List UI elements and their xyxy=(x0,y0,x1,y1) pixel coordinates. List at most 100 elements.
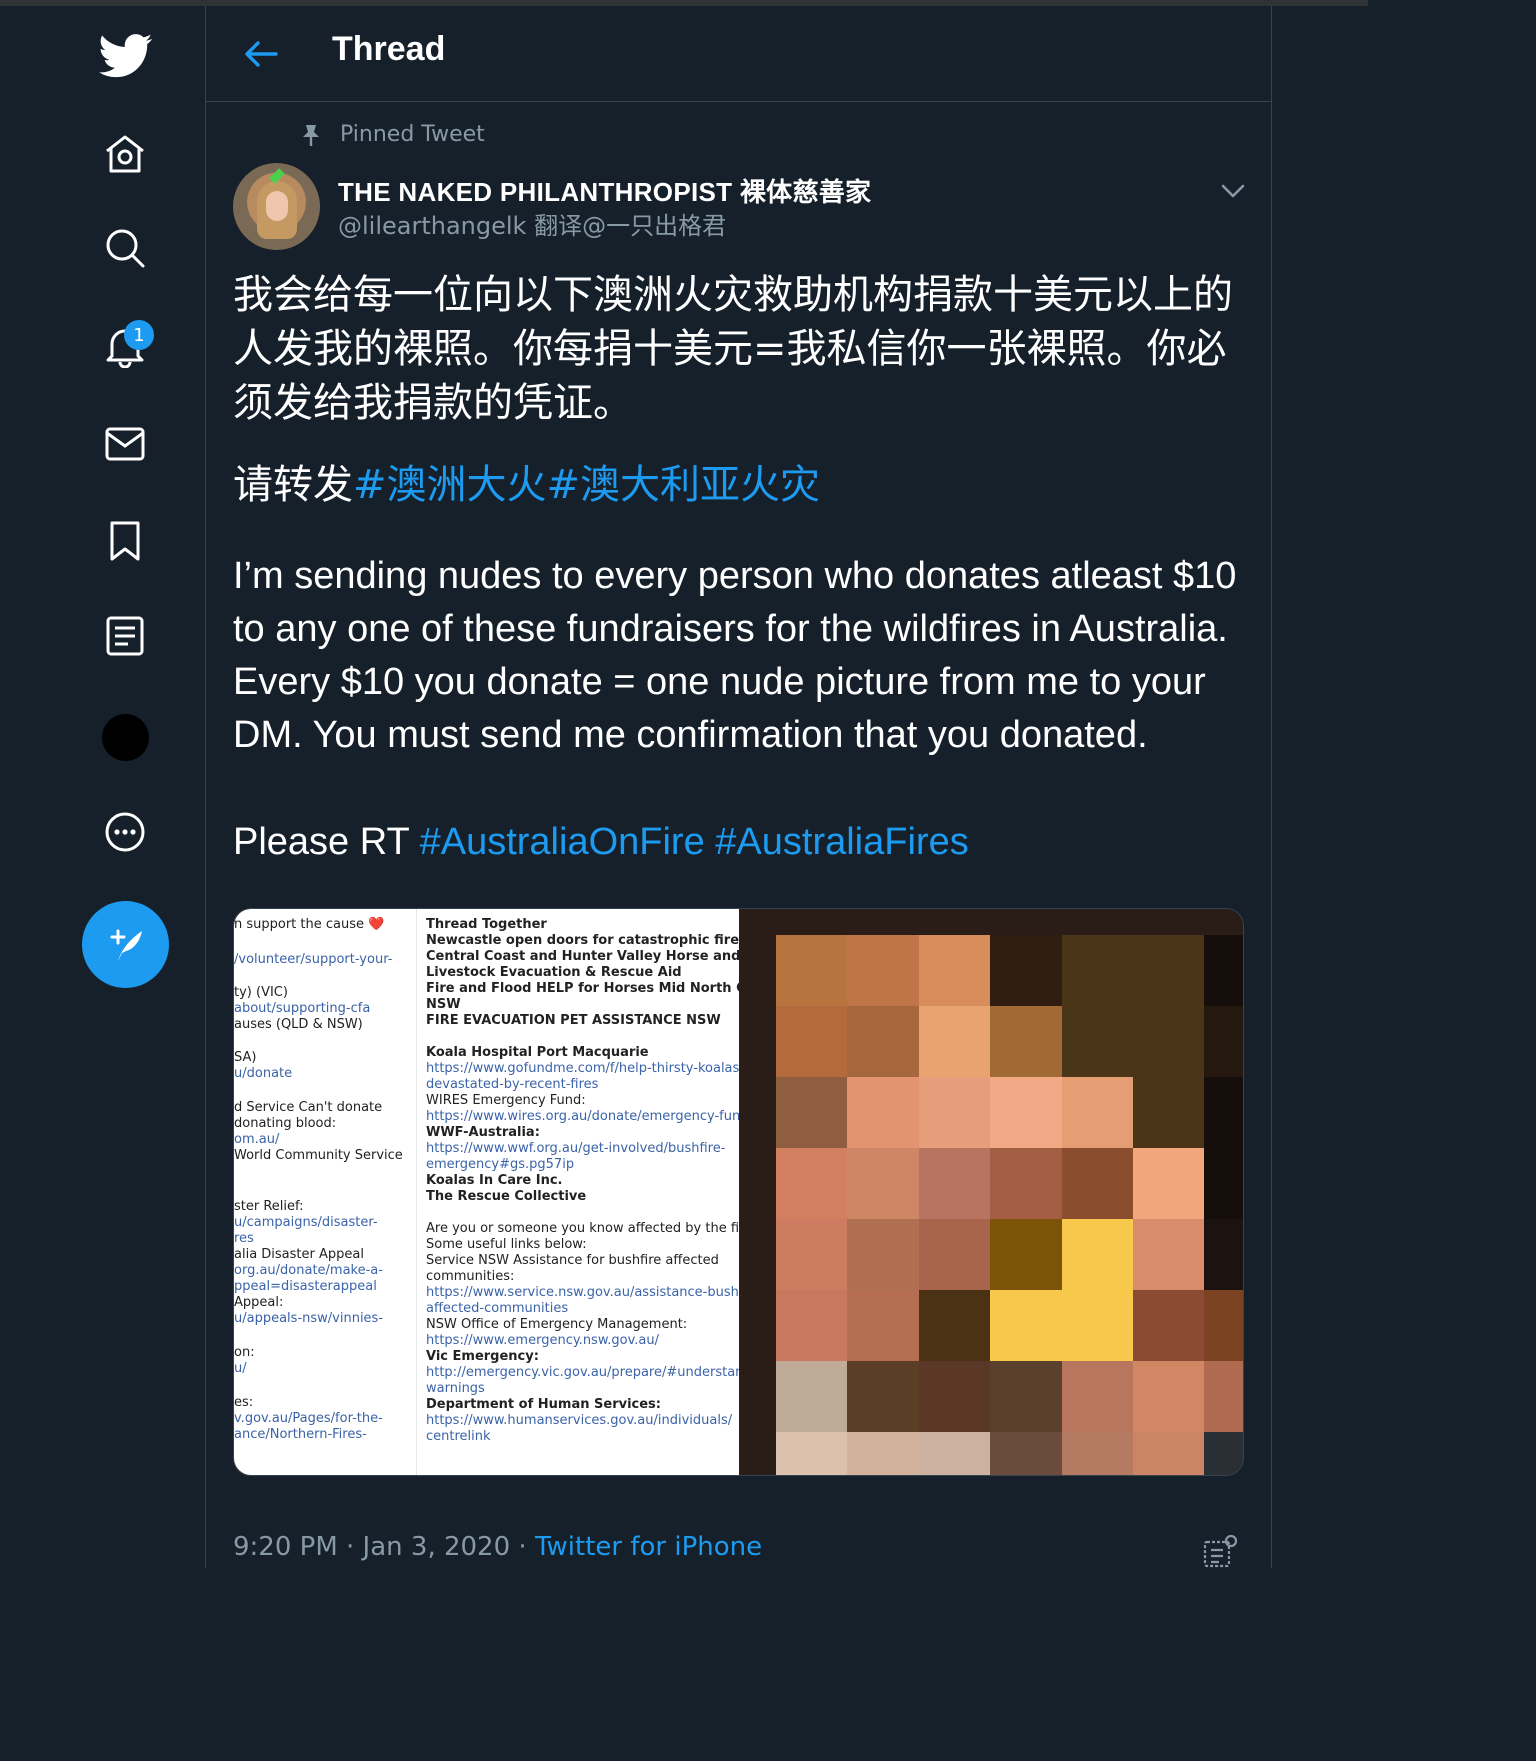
tweet-source-link[interactable]: Twitter for iPhone xyxy=(535,1532,762,1562)
twitter-logo-icon[interactable] xyxy=(96,26,156,86)
back-button[interactable] xyxy=(244,34,280,74)
document-line: Thread Together xyxy=(426,917,547,932)
document-line: Livestock Evacuation & Rescue Aid xyxy=(426,965,682,980)
mosaic-cell xyxy=(847,1290,920,1362)
mosaic-cell xyxy=(1133,1361,1206,1433)
tweet-media[interactable]: n support the cause ❤️ /volunteer/support… xyxy=(233,908,1244,1476)
document-line: WWF-Australia: xyxy=(426,1125,540,1140)
document-line: SA) xyxy=(234,1050,257,1065)
profile-avatar[interactable] xyxy=(102,714,149,761)
mosaic-cell xyxy=(1204,1148,1243,1220)
author-avatar[interactable] xyxy=(233,163,320,250)
lists-icon[interactable] xyxy=(95,606,155,666)
document-line: Appeal: xyxy=(234,1295,284,1310)
mosaic-cell xyxy=(990,1219,1063,1291)
mosaic-cell xyxy=(1061,1077,1134,1149)
document-line: alia Disaster Appeal xyxy=(234,1247,364,1262)
mosaic-cell xyxy=(847,935,920,1007)
document-line: donating blood: xyxy=(234,1116,337,1131)
document-line: https://www.wwf.org.au/get-involved/bush… xyxy=(426,1141,726,1156)
mosaic-cell xyxy=(776,1077,849,1149)
mosaic-cell xyxy=(1061,1219,1134,1291)
document-line: https://www.gofundme.com/f/help-thirsty-… xyxy=(426,1061,744,1076)
document-line: https://www.wires.org.au/donate/emergenc… xyxy=(426,1109,749,1124)
mosaic-cell xyxy=(776,1006,849,1078)
document-line: n support the cause ❤️ xyxy=(234,917,385,932)
media-image-fundraiser-list[interactable]: n support the cause ❤️ /volunteer/support… xyxy=(234,909,777,1475)
document-line: d Service Can't donate xyxy=(234,1100,383,1115)
page-header: Thread xyxy=(206,6,1272,102)
document-line: World Community Service xyxy=(234,1148,403,1163)
explore-search-icon[interactable] xyxy=(95,218,155,278)
mosaic-cell xyxy=(918,1077,992,1149)
document-line: https://www.emergency.nsw.gov.au/ xyxy=(426,1333,660,1348)
document-line: /volunteer/support-your- xyxy=(234,952,393,967)
mosaic-cell xyxy=(918,1361,992,1433)
mosaic-cell xyxy=(776,1219,849,1291)
mosaic-cell xyxy=(1204,1219,1243,1291)
document-line: ppeal=disasterappeal xyxy=(234,1279,377,1294)
tweet-metadata: 9:20 PM · Jan 3, 2020 · Twitter for iPho… xyxy=(233,1532,762,1562)
mosaic-cell xyxy=(918,935,992,1007)
document-line: communities: xyxy=(426,1269,515,1284)
document-line: ance/Northern-Fires- xyxy=(234,1427,367,1442)
document-line: Koalas In Care Inc. xyxy=(426,1173,563,1188)
pin-icon xyxy=(303,124,319,146)
document-line: https://www.service.nsw.gov.au/assistanc… xyxy=(426,1285,765,1300)
arrow-left-icon xyxy=(245,41,278,67)
compose-tweet-button[interactable] xyxy=(82,901,169,988)
more-options-icon[interactable] xyxy=(95,802,155,862)
document-line: ster Relief: xyxy=(234,1199,304,1214)
document-line: Newcastle open doors for catastrophic fi… xyxy=(426,933,771,948)
sidebar-nav: 1 xyxy=(0,6,205,1568)
mosaic-cell xyxy=(1204,1361,1243,1433)
mosaic-cell xyxy=(1204,1290,1243,1362)
tweet-menu-button[interactable] xyxy=(1218,176,1248,206)
media-image-pixelated[interactable] xyxy=(739,909,1243,1475)
mosaic-cell xyxy=(1061,935,1134,1007)
mosaic-cell xyxy=(1133,1219,1206,1291)
mosaic-cell xyxy=(918,1148,992,1220)
author-display-name[interactable]: THE NAKED PHILANTHROPIST 裸体慈善家 xyxy=(338,172,871,209)
document-line: Some useful links below: xyxy=(426,1237,587,1252)
document-line: about/supporting-cfa xyxy=(234,1001,371,1016)
document-line: es: xyxy=(234,1395,254,1410)
tweet-text-english: I’m sending nudes to every person who do… xyxy=(233,555,1237,756)
bookmarks-icon[interactable] xyxy=(95,511,155,571)
mosaic-cell xyxy=(990,935,1063,1007)
document-line: Service NSW Assistance for bushfire affe… xyxy=(426,1253,719,1268)
mosaic-cell xyxy=(1061,1006,1134,1078)
mosaic-cell xyxy=(847,1006,920,1078)
document-line: om.au/ xyxy=(234,1132,280,1147)
hashtag-link[interactable]: #AustraliaOnFire xyxy=(420,821,705,863)
hashtag-link[interactable]: #澳洲大火 xyxy=(353,462,547,508)
page-title: Thread xyxy=(332,30,446,68)
main-column: Thread Pinned Tweet THE NAKED PHILANTHRO… xyxy=(205,6,1272,1568)
compose-feather-icon xyxy=(110,929,142,961)
hashtag-link[interactable]: #澳大利亚火灾 xyxy=(547,462,821,508)
document-line: emergency#gs.pg57ip xyxy=(426,1157,575,1172)
mosaic-cell xyxy=(918,1006,992,1078)
document-line: Koala Hospital Port Macquarie xyxy=(426,1045,649,1060)
document-line: NSW xyxy=(426,997,461,1012)
mosaic-cell xyxy=(990,1006,1063,1078)
document-line: u/appeals-nsw/vinnies- xyxy=(234,1311,384,1326)
mosaic-cell xyxy=(847,1361,920,1433)
rt-request-text: Please RT xyxy=(233,821,410,863)
mosaic-cell xyxy=(918,1432,992,1475)
hashtag-link[interactable]: #AustraliaFires xyxy=(715,821,968,863)
tweet-timestamp[interactable]: 9:20 PM · Jan 3, 2020 · xyxy=(233,1532,527,1562)
messages-envelope-icon[interactable] xyxy=(95,414,155,474)
notification-count-badge: 1 xyxy=(124,320,154,350)
author-handle[interactable]: @lilearthangelk 翻译@一只出格君 xyxy=(338,206,726,241)
home-icon[interactable] xyxy=(95,124,155,184)
tweet-analytics-button[interactable] xyxy=(1202,1534,1238,1570)
document-line: v.gov.au/Pages/for-the- xyxy=(234,1411,383,1426)
mosaic-cell xyxy=(990,1290,1063,1362)
mosaic-cell xyxy=(847,1148,920,1220)
mosaic-cell xyxy=(990,1361,1063,1433)
document-line: warnings xyxy=(426,1381,485,1396)
mosaic-cell xyxy=(1061,1148,1134,1220)
mosaic-cell xyxy=(776,1290,849,1362)
document-line: FIRE EVACUATION PET ASSISTANCE NSW xyxy=(426,1013,721,1028)
